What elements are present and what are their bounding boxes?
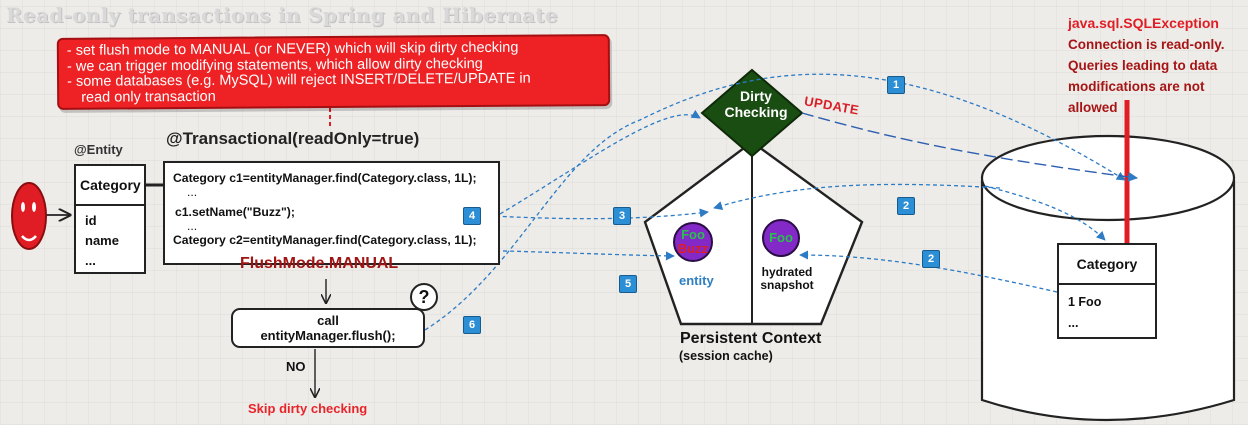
note-box: - set flush mode to MANUAL (or NEVER) wh… — [56, 34, 611, 110]
exception-message-line: allowed — [1068, 100, 1118, 115]
transactional-annotation: @Transactional(readOnly=true) — [166, 129, 420, 148]
no-label: NO — [286, 359, 306, 374]
flush-call-box: call entityManager.flush(); — [231, 308, 425, 348]
entity-label: entity — [679, 273, 714, 288]
persistence-context-title: Persistent Context — [680, 330, 822, 347]
entity-field: name — [85, 233, 119, 248]
step-badge-5: 5 — [619, 275, 637, 293]
exception-name: java.sql.SQLException — [1068, 15, 1219, 31]
step-badge-1: 1 — [887, 76, 905, 94]
step-badge-3: 3 — [613, 207, 631, 225]
dirty-line: Dirty — [740, 88, 772, 104]
sql-exception-text: java.sql.SQLException Connection is read… — [1068, 13, 1246, 118]
smiley-icon — [11, 182, 47, 250]
flush-mode-label: FlushMode.MANUAL — [240, 255, 399, 272]
entity-name: Category — [76, 166, 144, 206]
code-line: c1.setName("Buzz"); — [175, 205, 295, 219]
step-badge-6: 6 — [463, 316, 481, 334]
db-table-row: 1 Foo — [1068, 295, 1102, 309]
db-table-box: Category 1 Foo ... — [1057, 243, 1157, 339]
code-line: Category c1=entityManager.find(Category.… — [173, 171, 477, 185]
code-ellipsis: ... — [187, 219, 198, 233]
code-line: Category c2=entityManager.find(Category.… — [173, 233, 477, 247]
entity-value-old: Foo — [681, 227, 705, 242]
entity-circle: Foo Buzz — [673, 222, 713, 262]
step-badge-2: 2 — [897, 197, 915, 215]
flush-call-line: call — [317, 313, 339, 328]
entity-annotation: @Entity — [74, 142, 123, 157]
snapshot-circle: Foo — [762, 219, 800, 257]
entity-field: id — [85, 213, 97, 228]
dirty-checking-label: Dirty Checking — [708, 88, 804, 120]
exception-message-line: Connection is read-only. — [1068, 37, 1225, 52]
flush-call-line: entityManager.flush(); — [260, 328, 396, 343]
flow-4-arrow — [499, 109, 701, 215]
code-ellipsis: ... — [187, 185, 198, 199]
entity-class-box: Category id name ... — [74, 164, 146, 274]
db-table-name: Category — [1059, 245, 1155, 285]
code-box: Category c1=entityManager.find(Category.… — [163, 161, 500, 265]
entity-value-new: Buzz — [677, 241, 709, 256]
exception-message-line: Queries leading to data — [1068, 58, 1218, 73]
skip-dirty-checking-label: Skip dirty checking — [248, 401, 368, 416]
dirty-line: Checking — [724, 104, 788, 120]
page-title: Read-only transactions in Spring and Hib… — [6, 3, 558, 27]
persistence-context-subtitle: (session cache) — [679, 349, 773, 363]
step-badge-4: 4 — [463, 207, 481, 225]
exception-message-line: modifications are not — [1068, 79, 1205, 94]
question-icon: ? — [410, 283, 438, 311]
db-table-row: ... — [1068, 316, 1079, 330]
snapshot-line: snapshot — [760, 278, 814, 292]
snapshot-label: hydrated snapshot — [756, 266, 818, 292]
note-line: read only transaction — [81, 88, 216, 106]
step-badge-2: 2 — [922, 250, 940, 268]
entity-field: ... — [85, 253, 96, 268]
